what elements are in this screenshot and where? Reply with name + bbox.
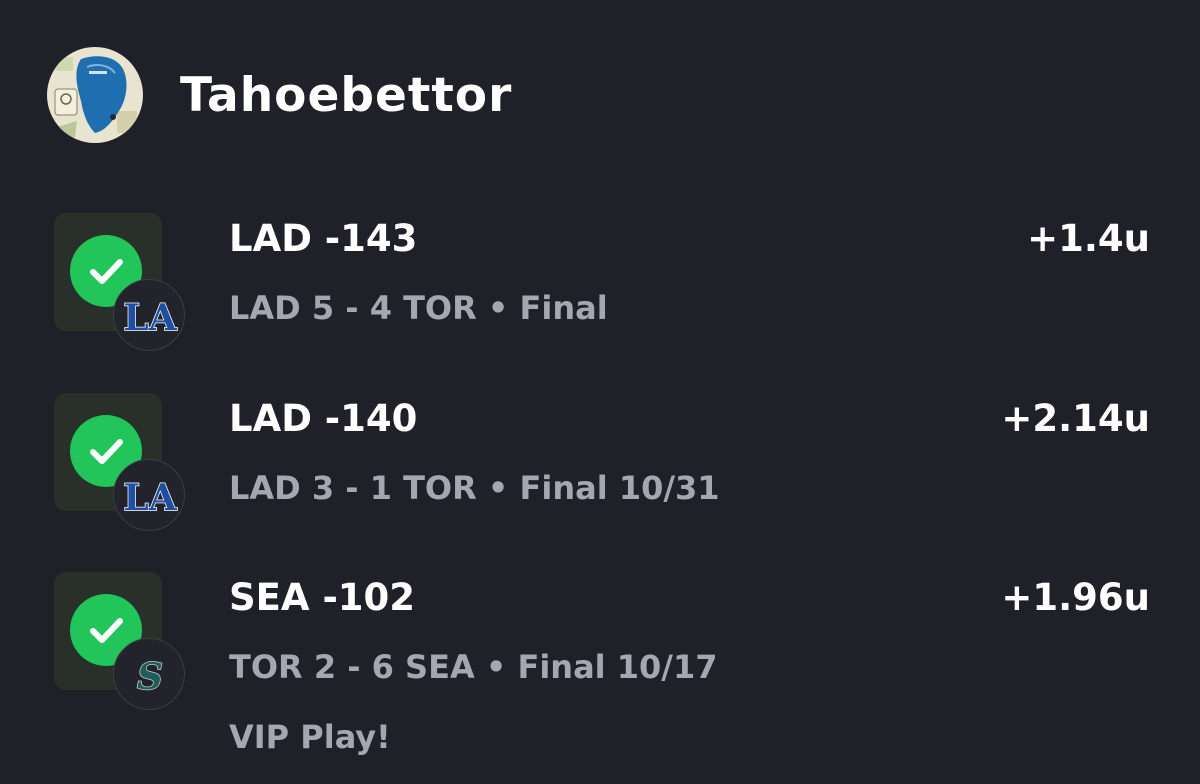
pick-result: +1.96u [1001, 576, 1150, 619]
pick-title: LAD -140 [229, 397, 418, 440]
profile-header: Tahoebettor [47, 47, 512, 143]
pick-history-screen: Tahoebettor LA LAD -143 +1.4u LAD 5 - 4 … [0, 0, 1200, 784]
pick-score: LAD 3 - 1 TOR • Final 10/31 [229, 469, 720, 507]
pick-score: LAD 5 - 4 TOR • Final [229, 289, 608, 327]
lake-map-avatar-icon [47, 47, 143, 143]
svg-text:LA: LA [123, 297, 177, 339]
mariners-s-logo-icon: S [113, 638, 185, 710]
pick-item[interactable]: LA LAD -143 +1.4u LAD 5 - 4 TOR • Final [0, 213, 1200, 383]
svg-text:LA: LA [123, 477, 177, 519]
pick-result: +1.4u [1027, 217, 1150, 260]
pick-result: +2.14u [1001, 397, 1150, 440]
avatar[interactable] [47, 47, 143, 143]
pick-item[interactable]: S SEA -102 +1.96u TOR 2 - 6 SEA • Final … [0, 572, 1200, 772]
pick-score: TOR 2 - 6 SEA • Final 10/17 [229, 648, 718, 686]
pick-item[interactable]: LA LAD -140 +2.14u LAD 3 - 1 TOR • Final… [0, 393, 1200, 563]
username: Tahoebettor [180, 67, 513, 123]
dodgers-la-logo-icon: LA [113, 279, 185, 351]
pick-title: SEA -102 [229, 576, 416, 619]
pick-title: LAD -143 [229, 217, 418, 260]
svg-text:S: S [137, 656, 163, 698]
pick-note: VIP Play! [229, 718, 391, 756]
dodgers-la-logo-icon: LA [113, 459, 185, 531]
